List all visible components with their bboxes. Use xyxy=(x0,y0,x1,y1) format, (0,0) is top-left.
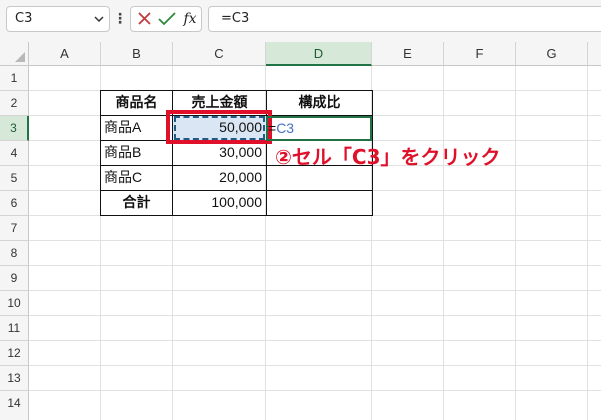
formula-reference: C3 xyxy=(276,120,295,136)
active-cell-formula[interactable]: =C3 xyxy=(268,117,294,140)
row-header-13[interactable]: 13 xyxy=(0,366,29,391)
enter-checkmark-icon[interactable] xyxy=(157,6,177,32)
cell-b5[interactable]: 商品C xyxy=(100,165,173,191)
row-header-7[interactable]: 7 xyxy=(0,216,29,241)
row-header-5[interactable]: 5 xyxy=(0,166,29,191)
formula-input[interactable]: =C3 xyxy=(208,6,601,32)
cell-b6-total-label[interactable]: 合計 xyxy=(100,190,173,216)
cell-d6[interactable] xyxy=(266,190,373,216)
row-header-6[interactable]: 6 xyxy=(0,191,29,216)
column-header-f[interactable]: F xyxy=(444,42,516,66)
gridline-horizontal xyxy=(29,240,601,241)
column-header-c[interactable]: C xyxy=(173,42,266,66)
row-header-2[interactable]: 2 xyxy=(0,91,29,116)
row-header-14[interactable]: 14 xyxy=(0,391,29,420)
gridline-horizontal xyxy=(29,265,601,266)
formula-equals: = xyxy=(268,120,277,136)
row-header-8[interactable]: 8 xyxy=(0,241,29,266)
header-product-name[interactable]: 商品名 xyxy=(100,90,173,116)
row-header-4[interactable]: 4 xyxy=(0,141,29,166)
row-header-3[interactable]: 3 xyxy=(0,116,29,141)
gridline-horizontal xyxy=(29,365,601,366)
cancel-icon[interactable] xyxy=(135,6,155,32)
column-header-g[interactable]: G xyxy=(516,42,588,66)
column-header-d[interactable]: D xyxy=(266,42,372,66)
column-header-b[interactable]: B xyxy=(101,42,173,66)
cell-b3[interactable]: 商品A xyxy=(100,115,173,141)
chevron-down-icon[interactable] xyxy=(90,6,108,32)
select-all-triangle-icon xyxy=(15,52,25,62)
gridline-horizontal xyxy=(29,390,601,391)
row-header-12[interactable]: 12 xyxy=(0,341,29,366)
insert-function-icon[interactable]: fx xyxy=(180,6,200,32)
row-header-1[interactable]: 1 xyxy=(0,66,29,91)
cell-b4[interactable]: 商品B xyxy=(100,140,173,166)
gridline-vertical xyxy=(587,66,588,420)
cell-c5[interactable]: 20,000 xyxy=(172,165,267,191)
gridline-vertical xyxy=(515,66,516,420)
gridline-horizontal xyxy=(29,290,601,291)
cell-c6-total[interactable]: 100,000 xyxy=(172,190,267,216)
row-header-9[interactable]: 9 xyxy=(0,266,29,291)
gridline-horizontal xyxy=(29,315,601,316)
column-header-e[interactable]: E xyxy=(372,42,444,66)
header-composition-ratio[interactable]: 構成比 xyxy=(266,90,373,116)
row-header-11[interactable]: 11 xyxy=(0,316,29,341)
gridline-vertical xyxy=(443,66,444,420)
more-options-icon[interactable]: ⋮ xyxy=(113,6,127,32)
instruction-annotation: ②セル「C3」をクリック xyxy=(275,145,501,169)
gridline-horizontal xyxy=(29,340,601,341)
row-header-10[interactable]: 10 xyxy=(0,291,29,316)
highlight-box xyxy=(166,110,272,144)
column-header-a[interactable]: A xyxy=(29,42,101,66)
column-header-h-partial[interactable] xyxy=(588,42,601,66)
